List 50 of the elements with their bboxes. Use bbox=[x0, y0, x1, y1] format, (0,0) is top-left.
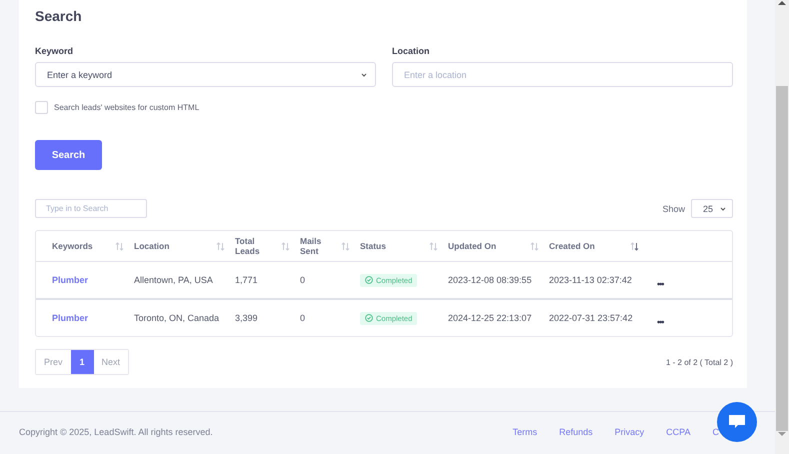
table-cell: 2023-11-13 02:37:42 bbox=[549, 275, 632, 285]
column-header[interactable]: Location bbox=[134, 241, 170, 251]
footer-link[interactable]: C bbox=[712, 427, 719, 437]
location-field[interactable]: Enter a location bbox=[392, 62, 733, 87]
chat-icon bbox=[728, 414, 746, 430]
footer-link[interactable]: Refunds bbox=[559, 427, 593, 437]
keyword-link[interactable]: Plumber bbox=[52, 313, 88, 323]
more-button[interactable]: ••• bbox=[657, 279, 664, 289]
search-button[interactable]: Search bbox=[35, 140, 102, 170]
scrollbar-thumb[interactable] bbox=[776, 86, 788, 431]
location-input[interactable]: Enter a location bbox=[404, 70, 724, 80]
table-cell: 2024-12-25 22:13:07 bbox=[448, 313, 532, 323]
table-cell: 0 bbox=[300, 313, 306, 323]
chat-button[interactable] bbox=[717, 402, 757, 442]
keyword-dropdown[interactable]: Enter a keyword bbox=[35, 62, 376, 87]
more-button[interactable]: ••• bbox=[657, 317, 664, 327]
footer-link[interactable]: Privacy bbox=[614, 427, 644, 437]
show-label: Show bbox=[662, 204, 685, 214]
field-label: Keyword bbox=[35, 46, 74, 56]
table-cell: 0 bbox=[300, 275, 306, 285]
column-header[interactable]: Created On bbox=[549, 241, 595, 251]
page-size-dropdown[interactable]: 25 bbox=[691, 199, 733, 218]
column-header[interactable]: Status bbox=[360, 241, 386, 251]
chevron-icon bbox=[720, 206, 726, 210]
column-header[interactable]: Mails Sent bbox=[300, 236, 330, 256]
column-header[interactable]: Total Leads bbox=[235, 236, 265, 256]
column-header[interactable]: Keywords bbox=[52, 241, 93, 251]
scroll-up-icon[interactable] bbox=[778, 0, 786, 6]
footer-link[interactable]: Terms bbox=[512, 427, 538, 437]
column-header[interactable]: Updated On bbox=[448, 241, 496, 251]
chevron-icon bbox=[361, 72, 367, 76]
scrollbar[interactable] bbox=[775, 0, 789, 454]
field-label: Location bbox=[392, 46, 430, 56]
table-cell: 1,771 bbox=[235, 275, 258, 285]
checkbox[interactable] bbox=[35, 101, 48, 114]
table-cell: Toronto, ON, Canada bbox=[134, 313, 220, 323]
panel-title: Search bbox=[35, 8, 83, 24]
keyword-link[interactable]: Plumber bbox=[52, 275, 88, 285]
table-cell: 2023-12-08 08:39:55 bbox=[448, 275, 532, 285]
results-summary: 1 - 2 of 2 ( Total 2 ) bbox=[666, 358, 733, 366]
checkbox-label: Search leads' websites for custom HTML bbox=[54, 103, 200, 112]
table-cell: 3,399 bbox=[235, 313, 258, 323]
page-button[interactable]: 1 bbox=[70, 350, 94, 374]
filter-field[interactable]: Type in to Search bbox=[35, 199, 147, 218]
keyword-input[interactable]: Enter a keyword bbox=[47, 70, 361, 80]
sort-icon[interactable] bbox=[630, 242, 639, 250]
footer-link[interactable]: CCPA bbox=[666, 427, 690, 437]
table-cell: 2022-07-31 23:57:42 bbox=[549, 313, 633, 323]
table-cell: Allentown, PA, USA bbox=[134, 275, 213, 285]
copyright-text: Copyright © 2025, LeadSwift. All rights reserved. bbox=[19, 427, 213, 437]
